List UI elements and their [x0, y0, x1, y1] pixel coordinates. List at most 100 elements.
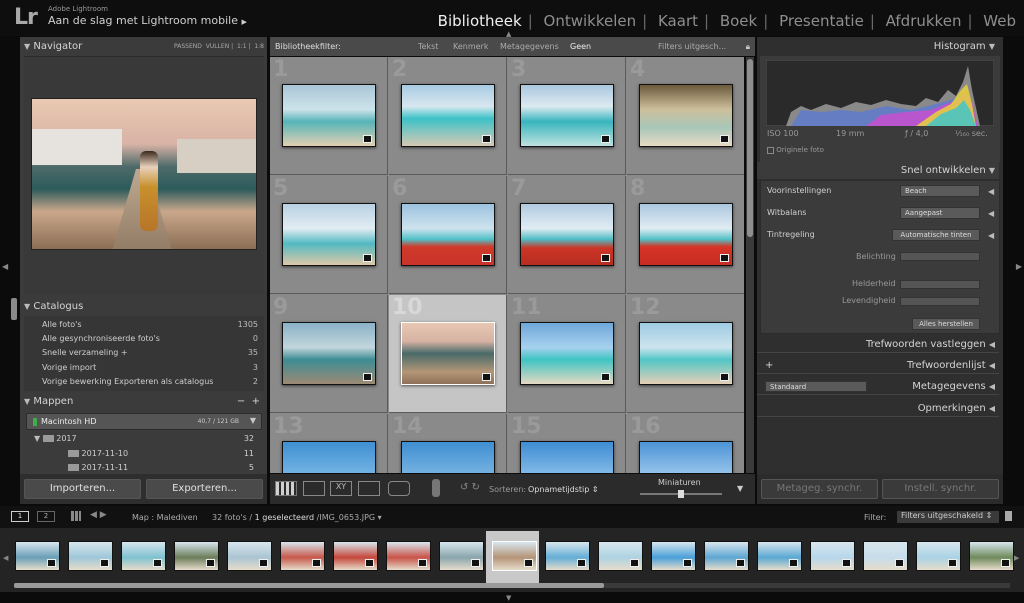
lock-icon[interactable] — [1005, 511, 1012, 521]
photo-thumbnail[interactable] — [520, 441, 614, 473]
grid-cell[interactable]: 5 — [270, 176, 388, 294]
filmstrip-thumbnail[interactable] — [969, 541, 1014, 571]
window-2-button[interactable]: 2 — [37, 511, 55, 522]
filmstrip-thumbnail[interactable] — [15, 541, 60, 571]
edited-badge-icon[interactable] — [482, 254, 491, 262]
navigator-preview[interactable] — [31, 98, 257, 250]
grid-cell[interactable]: 2 — [389, 57, 507, 175]
filmstrip-thumbnail[interactable] — [492, 541, 537, 571]
edited-badge-icon[interactable] — [482, 373, 491, 381]
filmstrip-thumbnail[interactable] — [916, 541, 961, 571]
expand-icon[interactable]: ◀ — [988, 209, 994, 218]
catalog-item[interactable]: Vorige import 3 — [42, 363, 258, 372]
rotate-icon[interactable]: ↺ ↻ — [460, 482, 480, 493]
metadata-header[interactable]: Standaard Metagegevens ◀ — [757, 378, 999, 395]
photo-thumbnail[interactable] — [282, 441, 376, 473]
sync-metadata-button[interactable]: Metageg. synchr. — [761, 479, 878, 499]
metadata-preset-dropdown[interactable]: Standaard — [765, 381, 867, 392]
grid-cell[interactable]: 4 — [627, 57, 744, 175]
edited-badge-icon[interactable] — [482, 135, 491, 143]
people-view-icon[interactable] — [388, 481, 410, 496]
add-keyword-icon[interactable]: + — [765, 357, 773, 374]
catalog-item[interactable]: Alle foto's 1305 — [42, 320, 258, 329]
auto-tone-button[interactable]: Automatische tinten — [892, 229, 980, 241]
survey-view-icon[interactable] — [358, 481, 380, 496]
filmstrip-thumbnail[interactable] — [333, 541, 378, 571]
photo-thumbnail[interactable] — [639, 84, 733, 147]
grid-cell[interactable]: 6 — [389, 176, 507, 294]
back-arrow-icon[interactable]: ◀ ▶ — [90, 510, 107, 520]
bottom-panel-toggle-icon[interactable]: ▼ — [506, 594, 511, 602]
left-scrollbar[interactable] — [11, 298, 17, 320]
zoom-fit[interactable]: PASSEND — [174, 43, 202, 50]
filmstrip-thumbnail[interactable] — [651, 541, 696, 571]
photo-thumbnail[interactable] — [520, 84, 614, 147]
source-label[interactable]: Map : Malediven — [132, 513, 198, 522]
module-print[interactable]: Afdrukken — [886, 12, 962, 30]
lock-icon[interactable]: 🔒︎ — [746, 37, 750, 56]
preset-dropdown[interactable]: Beach — [900, 185, 980, 197]
drive-row[interactable]: Macintosh HD 40,7 / 121 GB ▼ — [26, 413, 262, 430]
grid-cell[interactable]: 9 — [270, 295, 388, 413]
sync-settings-button[interactable]: Instell. synchr. — [882, 479, 999, 499]
filmstrip-thumbnail[interactable] — [121, 541, 166, 571]
thumbnail-size-slider[interactable] — [640, 490, 722, 498]
loupe-view-icon[interactable] — [303, 481, 325, 496]
grid-scrollbar[interactable] — [746, 57, 754, 473]
filmstrip-scrollbar[interactable] — [14, 583, 1010, 588]
toolbar-menu-icon[interactable]: ▼ — [737, 484, 743, 493]
catalog-header[interactable]: ▼ Catalogus — [24, 298, 264, 315]
filmstrip-thumbnail[interactable] — [386, 541, 431, 571]
filmstrip-thumbnail[interactable] — [545, 541, 590, 571]
left-panel-toggle-icon[interactable]: ◀ — [2, 262, 8, 271]
import-button[interactable]: Importeren... — [24, 479, 141, 499]
zoom-1-8[interactable]: 1:8 — [254, 43, 264, 50]
grid-cell[interactable]: 8 — [627, 176, 744, 294]
reset-all-button[interactable]: Alles herstellen — [912, 318, 980, 330]
edited-badge-icon[interactable] — [601, 373, 610, 381]
filmstrip-thumbnail[interactable] — [174, 541, 219, 571]
filter-text[interactable]: Tekst — [418, 37, 438, 56]
filter-none[interactable]: Geen — [570, 37, 591, 56]
painter-icon[interactable] — [432, 479, 440, 497]
photo-thumbnail[interactable] — [639, 203, 733, 266]
vibrance-steppers[interactable] — [900, 297, 980, 306]
drive-menu-icon[interactable]: ▼ — [250, 416, 256, 425]
grid-icon[interactable] — [71, 511, 81, 521]
grid-cell[interactable]: 11 — [508, 295, 626, 413]
quick-develop-header[interactable]: Snel ontwikkelen ▼ — [757, 162, 999, 179]
window-1-button[interactable]: 1 — [11, 511, 29, 522]
filmstrip-thumbnail[interactable] — [68, 541, 113, 571]
slider-thumb[interactable] — [678, 490, 684, 498]
photo-thumbnail[interactable] — [401, 441, 495, 473]
photo-thumbnail[interactable] — [639, 441, 733, 473]
grid-view-icon[interactable] — [275, 481, 297, 496]
edited-badge-icon[interactable] — [720, 373, 729, 381]
edited-badge-icon[interactable] — [363, 135, 372, 143]
edited-badge-icon[interactable] — [720, 254, 729, 262]
edited-badge-icon[interactable] — [363, 254, 372, 262]
photo-thumbnail[interactable] — [282, 322, 376, 385]
module-book[interactable]: Boek — [720, 12, 757, 30]
folder-2017-11-10[interactable]: 2017-11-10 11 — [68, 449, 256, 458]
module-develop[interactable]: Ontwikkelen — [544, 12, 637, 30]
filter-preset[interactable]: Filters uitgesch... — [658, 37, 726, 56]
photo-thumbnail[interactable] — [401, 322, 495, 385]
right-panel-toggle-icon[interactable]: ▶ — [1016, 262, 1022, 271]
filmstrip-thumbnail[interactable] — [704, 541, 749, 571]
module-map[interactable]: Kaart — [658, 12, 698, 30]
clarity-steppers[interactable] — [900, 280, 980, 289]
zoom-1-1[interactable]: 1:1 — [237, 43, 247, 50]
grid-cell[interactable]: 14 — [389, 414, 507, 473]
module-slideshow[interactable]: Presentatie — [779, 12, 864, 30]
photo-thumbnail[interactable] — [520, 203, 614, 266]
filmstrip-right-arrow[interactable]: ▶ — [1014, 554, 1019, 562]
filmstrip-left-arrow[interactable]: ◀ — [3, 554, 8, 562]
filter-metadata[interactable]: Metagegevens — [500, 37, 559, 56]
filter-attribute[interactable]: Kenmerk — [453, 37, 488, 56]
folder-2017[interactable]: ▼ 2017 32 — [34, 434, 256, 443]
filmstrip-thumbnail[interactable] — [863, 541, 908, 571]
zoom-fill[interactable]: VULLEN — [206, 43, 229, 50]
catalog-item[interactable]: Snelle verzameling +35 — [42, 348, 258, 357]
photo-thumbnail[interactable] — [639, 322, 733, 385]
